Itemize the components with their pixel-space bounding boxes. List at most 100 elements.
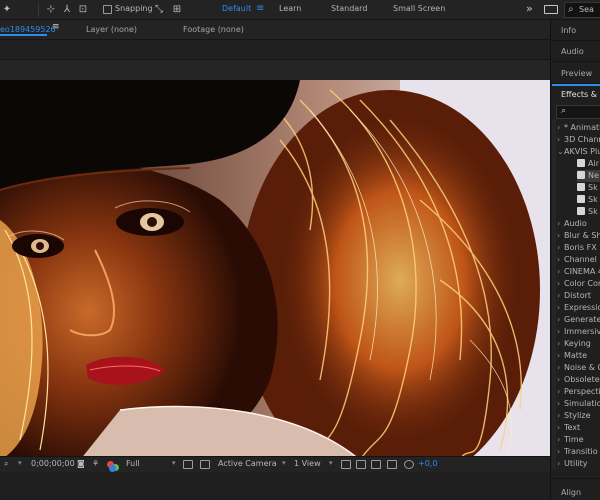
chevron-right-icon[interactable]: › (557, 230, 564, 242)
chevron-right-icon[interactable]: › (557, 362, 564, 374)
effect-group[interactable]: › Time (557, 434, 600, 446)
reset-exposure-icon[interactable] (404, 460, 414, 469)
workspace-menu-icon[interactable]: ≡ (256, 3, 264, 14)
effect-item[interactable]: Ne (577, 170, 600, 182)
view-axis-icon[interactable]: ⊡ (76, 3, 90, 17)
chevron-right-icon[interactable]: › (557, 398, 564, 410)
effect-group[interactable]: ›Boris FX M (557, 242, 600, 254)
chevron-right-icon[interactable]: › (557, 302, 564, 314)
effect-group[interactable]: › Utility (557, 458, 600, 470)
exposure-value[interactable]: +0,0 (418, 459, 437, 468)
tab-composition[interactable]: eo189459526 (0, 25, 56, 34)
audio-panel-tab[interactable]: Audio (561, 47, 584, 56)
info-panel-tab[interactable]: Info (561, 26, 576, 35)
effect-group[interactable]: › Noise & G (557, 362, 600, 374)
effect-group-label: Utility (564, 459, 588, 468)
toggle-pixel-aspect-icon[interactable] (341, 460, 351, 469)
chevron-right-icon[interactable]: › (557, 218, 564, 230)
effect-group[interactable]: ›Immersive (557, 326, 600, 338)
timeline-icon[interactable] (371, 460, 381, 469)
effect-group[interactable]: › 3D Chann (557, 134, 600, 146)
effect-group[interactable]: › Transitio (557, 446, 600, 458)
views-dropdown-icon[interactable]: ▾ (329, 459, 333, 467)
chevron-right-icon[interactable]: › (557, 434, 564, 446)
views-select[interactable]: 1 View (294, 459, 321, 468)
camera-select[interactable]: Active Camera (218, 459, 277, 468)
effect-group[interactable]: › Stylize (557, 410, 600, 422)
tab-footage[interactable]: Footage (none) (183, 25, 244, 34)
effect-group[interactable]: › Text (557, 422, 600, 434)
effects-panel-title[interactable]: Effects & P (561, 90, 600, 99)
region-of-interest-icon[interactable] (183, 460, 193, 469)
effects-search-input[interactable]: ⌕ (556, 105, 600, 119)
effect-group[interactable]: › Obsolete (557, 374, 600, 386)
show-channel-blue-icon[interactable] (109, 465, 116, 472)
more-workspaces-chevron[interactable]: » (526, 2, 533, 15)
chevron-right-icon[interactable]: › (557, 446, 564, 458)
effect-group[interactable]: ›Blur & Sha (557, 230, 600, 242)
chevron-right-icon[interactable]: › (557, 422, 564, 434)
flowchart-icon[interactable] (387, 460, 397, 469)
chevron-right-icon[interactable]: › (557, 314, 564, 326)
effect-group[interactable]: ›Color Corr (557, 278, 600, 290)
effect-item[interactable]: Sk (577, 182, 600, 194)
chevron-right-icon[interactable]: › (557, 386, 564, 398)
snapping-checkbox[interactable] (103, 5, 112, 14)
effect-group[interactable]: › Audio (557, 218, 600, 230)
chevron-right-icon[interactable]: › (557, 458, 564, 470)
snap-to-edges-icon[interactable]: ⤡ (152, 3, 166, 17)
world-axis-icon[interactable]: ⅄ (60, 3, 74, 17)
chevron-right-icon[interactable]: › (557, 350, 564, 362)
show-snapshot-icon[interactable]: ⚘ (92, 459, 99, 468)
snap-feature-icon[interactable]: ⊞ (170, 3, 184, 17)
effect-item[interactable]: Air (577, 158, 600, 170)
chevron-right-icon[interactable]: › (557, 122, 564, 134)
snapshot-icon[interactable]: ◙ (77, 459, 85, 468)
workspace-learn[interactable]: Learn (279, 4, 301, 13)
zoom-icon[interactable]: ⌕ (4, 459, 8, 469)
chevron-right-icon[interactable]: › (557, 242, 564, 254)
pin-tool-icon[interactable]: ✦ (0, 3, 14, 17)
effect-item[interactable]: Sk (577, 206, 600, 218)
chevron-right-icon[interactable]: › (557, 290, 564, 302)
chevron-right-icon[interactable]: › (557, 338, 564, 350)
effect-group[interactable]: ›* Animatio (557, 122, 600, 134)
effect-group[interactable]: ›Perspectiv (557, 386, 600, 398)
effect-group[interactable]: › Matte (557, 350, 600, 362)
workspace-small-screen[interactable]: Small Screen (393, 4, 445, 13)
effect-group[interactable]: › Distort (557, 290, 600, 302)
effect-group[interactable]: › CINEMA 4 (557, 266, 600, 278)
fast-previews-icon[interactable] (356, 460, 366, 469)
resolution-dropdown-icon[interactable]: ▾ (172, 459, 176, 467)
axis-mode-icon[interactable]: ⊹ (44, 3, 58, 17)
effect-group[interactable]: › Channel (557, 254, 600, 266)
timecode[interactable]: 0;00;00;00 (31, 459, 75, 468)
camera-dropdown-icon[interactable]: ▾ (282, 459, 286, 467)
tab-layer[interactable]: Layer (none) (86, 25, 137, 34)
effects-scrollbar[interactable] (552, 120, 556, 470)
chevron-right-icon[interactable]: › (557, 374, 564, 386)
zoom-dropdown-icon[interactable]: ▾ (18, 459, 22, 467)
chevron-right-icon[interactable]: › (557, 134, 564, 146)
chevron-right-icon[interactable]: › (557, 254, 564, 266)
chevron-down-icon[interactable]: ⌄ (557, 146, 564, 158)
monitor-icon[interactable] (544, 5, 558, 14)
preview-panel-tab[interactable]: Preview (561, 69, 592, 78)
workspace-default[interactable]: Default (222, 4, 251, 13)
resolution-select[interactable]: Full (126, 459, 140, 468)
chevron-right-icon[interactable]: › (557, 326, 564, 338)
effect-item[interactable]: Sk (577, 194, 600, 206)
chevron-right-icon[interactable]: › (557, 266, 564, 278)
transparency-grid-icon[interactable] (200, 460, 210, 469)
effect-group[interactable]: ⌄AKVIS Plu (557, 146, 600, 158)
effect-group[interactable]: › Generate (557, 314, 600, 326)
effect-group[interactable]: › Keying (557, 338, 600, 350)
effect-group[interactable]: › Simulatio (557, 398, 600, 410)
panel-menu-icon[interactable]: ≡ (52, 22, 60, 32)
chevron-right-icon[interactable]: › (557, 410, 564, 422)
effect-group[interactable]: › Expressio (557, 302, 600, 314)
align-panel-tab[interactable]: Align (561, 488, 581, 497)
help-search-input[interactable]: ⌕ Sea (564, 2, 600, 18)
workspace-standard[interactable]: Standard (331, 4, 367, 13)
chevron-right-icon[interactable]: › (557, 278, 564, 290)
